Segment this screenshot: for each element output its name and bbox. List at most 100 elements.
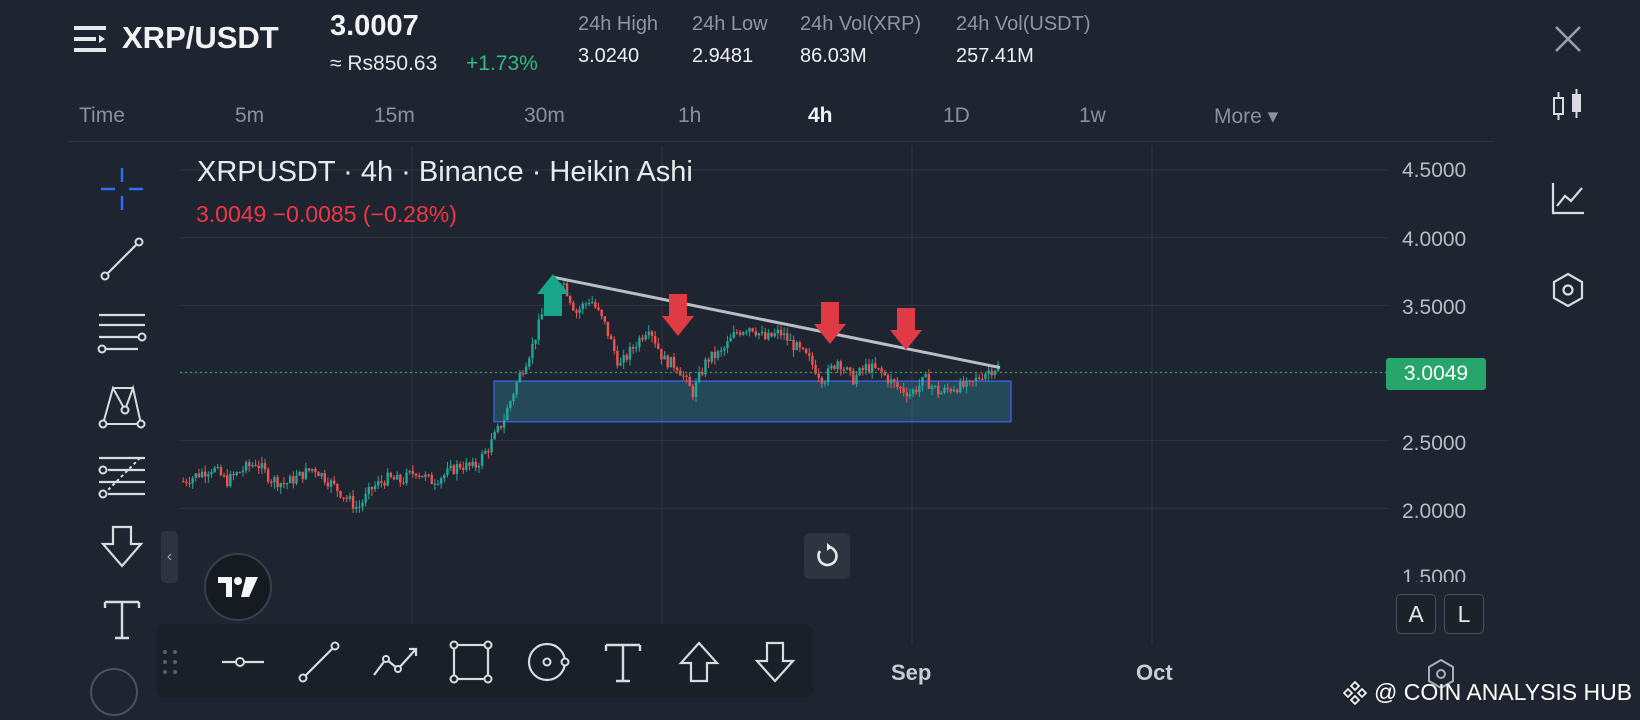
log-scale-button[interactable]: L	[1444, 594, 1484, 634]
y-tick-label: 2.0000	[1402, 500, 1467, 523]
candle-body	[477, 465, 481, 468]
indicators-icon[interactable]	[1548, 178, 1588, 218]
candle-body	[921, 377, 924, 386]
candle-body	[502, 420, 506, 428]
candle-body	[628, 347, 632, 360]
candle-body	[307, 468, 311, 471]
candle-body	[971, 380, 975, 382]
candle-body	[392, 477, 396, 480]
y-tick-label: 3.5000	[1402, 296, 1467, 319]
text-icon[interactable]	[92, 592, 152, 646]
candle-body	[565, 283, 569, 297]
drag-handle-icon[interactable]	[155, 638, 185, 686]
trend-line	[551, 275, 1001, 370]
more-tools-icon[interactable]	[90, 668, 138, 716]
arrow-up-icon[interactable]	[672, 638, 726, 686]
settings-hex-icon[interactable]	[1548, 270, 1588, 310]
pattern-icon[interactable]	[92, 378, 152, 432]
candle-body	[770, 332, 773, 337]
circle-icon[interactable]	[520, 638, 574, 686]
candle-body	[364, 493, 367, 503]
candle-body	[200, 471, 204, 478]
candle-body	[707, 359, 710, 362]
crosshair-icon[interactable]	[92, 162, 152, 216]
candle-body	[754, 331, 757, 336]
candle-body	[229, 473, 232, 487]
candle-body	[235, 472, 238, 476]
candle-body	[528, 358, 531, 367]
candle-body	[647, 331, 651, 336]
arrow-down-icon[interactable]	[748, 638, 802, 686]
candle-body	[572, 302, 575, 311]
candle-body	[609, 335, 613, 340]
candle-body	[867, 364, 871, 373]
horizontal-lines-icon[interactable]	[92, 305, 152, 359]
auto-scale-button[interactable]: A	[1396, 594, 1436, 634]
candle-body	[710, 351, 713, 362]
candle-body	[380, 481, 383, 483]
candle-body	[719, 350, 723, 352]
candle-body	[191, 477, 194, 484]
candle-body	[962, 380, 965, 387]
x-tick-label: Oct	[1136, 660, 1173, 685]
candle-body	[616, 350, 619, 366]
candle-body	[399, 474, 402, 483]
candle-body	[276, 477, 279, 488]
candle-body	[515, 382, 518, 395]
candle-body	[408, 471, 411, 473]
candle-body	[767, 332, 770, 340]
text-icon[interactable]	[596, 638, 650, 686]
watermark: @ COIN ANALYSIS HUB	[1342, 679, 1632, 706]
reset-chart-button[interactable]	[804, 533, 850, 579]
candle-body	[842, 369, 846, 371]
tradingview-logo-icon[interactable]	[204, 553, 272, 621]
fib-icon[interactable]	[92, 450, 152, 504]
arrow-down-icon[interactable]	[92, 520, 152, 574]
candle-body	[336, 483, 339, 492]
candle-body	[603, 316, 606, 322]
candle-body	[587, 303, 591, 305]
candle-body	[937, 385, 940, 395]
candle-body	[729, 337, 732, 342]
candle-body	[880, 368, 883, 373]
horizontal-ray-icon[interactable]	[216, 638, 270, 686]
candle-body	[641, 337, 644, 340]
candle-body	[462, 467, 465, 470]
candle-body	[792, 339, 795, 351]
candle-body	[540, 314, 544, 320]
candle-body	[355, 506, 358, 509]
y-tick-label: 1.5000	[1402, 566, 1467, 582]
candle-body	[537, 319, 540, 340]
candle-body	[644, 335, 647, 340]
candle-body	[597, 307, 600, 310]
candle-body	[248, 462, 251, 467]
candle-body	[946, 387, 949, 390]
candle-type-icon[interactable]	[1548, 86, 1588, 126]
candle-body	[521, 373, 525, 375]
collapse-toolbar-button[interactable]: ‹	[161, 531, 178, 583]
candle-body	[691, 386, 695, 397]
candle-body	[732, 332, 735, 338]
candle-body	[789, 339, 792, 341]
line-icon[interactable]	[292, 638, 346, 686]
candle-body	[773, 333, 776, 337]
candle-body	[562, 283, 566, 285]
candle-body	[512, 394, 515, 402]
candle-body	[263, 463, 267, 470]
candle-body	[871, 363, 874, 373]
candle-body	[471, 461, 474, 466]
candle-body	[817, 373, 820, 378]
candle-body	[943, 387, 946, 393]
candle-body	[760, 332, 764, 334]
path-icon[interactable]	[368, 638, 422, 686]
candle-body	[465, 462, 468, 470]
candle-body	[443, 474, 446, 479]
rectangle-icon[interactable]	[444, 638, 498, 686]
candle-body	[402, 482, 405, 484]
candle-body	[506, 408, 509, 421]
candle-body	[688, 376, 691, 387]
candle-body	[417, 475, 421, 477]
trend-line-icon[interactable]	[92, 232, 152, 286]
candle-body	[282, 483, 286, 485]
candle-body	[210, 471, 213, 475]
